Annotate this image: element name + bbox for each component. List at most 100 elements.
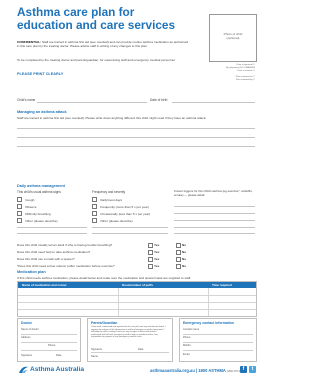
managing-text: Staff are trained in asthma first aid (s… (17, 116, 207, 120)
photo-placeholder-text: Photo of child (optional) (210, 32, 256, 40)
no-checkbox[interactable] (176, 264, 182, 270)
parent-consent-text: I have read, understood and agreed with … (91, 326, 166, 339)
no-checkbox[interactable] (176, 250, 182, 256)
print-clearly-label: PLEASE PRINT CLEARLY (17, 72, 64, 76)
yes-checkbox[interactable] (148, 257, 154, 263)
checkbox[interactable] (92, 197, 98, 203)
triggers-line[interactable] (174, 227, 255, 228)
triggers-line[interactable] (174, 213, 255, 214)
asthma-care-plan-page: Asthma care plan for education and care … (0, 0, 268, 379)
triggers-line[interactable] (174, 233, 255, 234)
medication-heading: Medication plan (17, 270, 46, 274)
footer-contact[interactable]: asthmaaustralia.org.au | 1800 ASTHMA (18… (150, 368, 243, 373)
sign-option-cough[interactable]: Cough (17, 197, 35, 203)
frequency-option-frequent[interactable]: Frequently (more than 5 x per year) (92, 204, 149, 210)
question-needs-help: Does this child need help to take asthma… (17, 250, 91, 254)
photo-box[interactable]: Photo of child (optional) (209, 14, 257, 62)
no-label: No (182, 243, 187, 247)
completion-instructions: To be completed by the treating doctor a… (17, 58, 175, 62)
yes-label: Yes (154, 264, 160, 268)
doctor-phone-field[interactable] (21, 350, 77, 351)
option-label: Cough (25, 197, 35, 202)
option-label: Daily/most days (100, 197, 123, 202)
medication-table: Name of medication and colour Dose/numbe… (17, 281, 257, 317)
frequency-option-occasional[interactable]: Occasionally (less than 5 x per year) (92, 211, 150, 217)
frequency-option-daily[interactable]: Daily/most days (92, 197, 123, 203)
parent-signature-label: Signature (91, 348, 103, 351)
doctor-name-field[interactable] (21, 334, 77, 335)
option-label: Frequently (more than 5 x per year) (100, 204, 149, 209)
page-title: Asthma care plan for education and care … (17, 6, 207, 31)
no-checkbox[interactable] (176, 243, 182, 249)
question-tells-adult: Does this child usually tell an adult if… (17, 243, 113, 247)
yes-checkbox[interactable] (148, 264, 154, 270)
frequency-label: Frequency and severity (92, 190, 126, 194)
table-row[interactable] (18, 302, 256, 303)
managing-line[interactable] (17, 146, 255, 147)
yes-label: Yes (154, 250, 160, 254)
no-label: No (182, 257, 187, 261)
frequency-other-line[interactable] (92, 233, 168, 234)
no-label: No (182, 264, 187, 268)
checkbox[interactable] (17, 211, 23, 217)
frequency-option-other[interactable]: Other (please describe) (92, 218, 133, 224)
yes-checkbox[interactable] (148, 250, 154, 256)
photo-line-2: (optional) (226, 36, 240, 40)
checkbox[interactable] (17, 204, 23, 210)
contact-phone-field[interactable] (183, 342, 253, 343)
twitter-icon[interactable]: t (249, 366, 256, 373)
sign-option-difficulty[interactable]: Difficulty breathing (17, 211, 51, 217)
signs-other-line[interactable] (17, 233, 87, 234)
no-label: No (182, 250, 187, 254)
contact-mobile-field[interactable] (183, 350, 253, 351)
contact-name-field[interactable] (183, 334, 253, 335)
checkbox[interactable] (17, 218, 23, 224)
confidential-text: Staff are trained in asthma first aid (s… (17, 40, 189, 48)
yes-label: Yes (154, 243, 160, 247)
doctor-box: Doctor Name of doctor Address Phone Sign… (17, 318, 81, 362)
managing-line[interactable] (17, 137, 255, 138)
title-line-2: education and care services (17, 17, 176, 32)
checkbox[interactable] (17, 197, 23, 203)
signs-label: This child's usual asthma signs (17, 190, 61, 194)
checkbox[interactable] (92, 211, 98, 217)
parent-name-label: Name (91, 355, 98, 358)
option-label: Wheeze (25, 204, 37, 209)
footer-logo-text: Asthma Australia (30, 366, 84, 373)
triggers-label: Known triggers for this child's asthma (… (174, 189, 253, 197)
child-name-field[interactable] (37, 102, 147, 103)
frequency-other-line[interactable] (92, 227, 168, 228)
parent-date-label: Date (138, 348, 144, 351)
emergency-heading: Emergency contact information (183, 321, 234, 325)
contact-email-label: Email (183, 353, 190, 356)
doctor-address-field[interactable] (21, 342, 77, 343)
sign-option-other[interactable]: Other (please describe) (17, 218, 58, 224)
contact-phone-label: Phone (183, 336, 191, 339)
medication-text: If this child needs asthma medication, p… (17, 275, 192, 280)
column-header: Time required (212, 283, 232, 288)
daily-heading: Daily asthma management (17, 184, 65, 188)
question-reliever-exercise: *Does this child need a blue reliever pu… (17, 264, 115, 268)
sign-option-wheeze[interactable]: Wheeze (17, 204, 37, 210)
parent-signature-field[interactable] (91, 352, 169, 353)
contact-name-label: Contact name (183, 328, 200, 331)
facebook-icon[interactable]: f (240, 366, 247, 373)
medication-table-header: Name of medication and colour Dose/numbe… (18, 282, 256, 288)
checkbox[interactable] (92, 204, 98, 210)
signs-other-line[interactable] (17, 227, 87, 228)
emergency-contact-box: Emergency contact information Contact na… (179, 318, 257, 362)
checkbox[interactable] (92, 218, 98, 224)
doctor-address-label: Address (21, 336, 31, 339)
dob-field[interactable] (172, 102, 255, 103)
triggers-line[interactable] (174, 206, 255, 207)
column-header: Name of medication and colour (22, 283, 67, 288)
approval-notes: Date of approval / / By (signature) NO C… (193, 64, 255, 81)
no-checkbox[interactable] (176, 257, 182, 263)
table-row[interactable] (18, 295, 256, 296)
yes-checkbox[interactable] (148, 243, 154, 249)
managing-line[interactable] (17, 128, 255, 129)
parent-heading: Parent/Guardian (91, 321, 118, 325)
table-row[interactable] (18, 309, 256, 310)
triggers-line[interactable] (174, 220, 255, 221)
option-label: Other (please describe) (25, 218, 58, 223)
